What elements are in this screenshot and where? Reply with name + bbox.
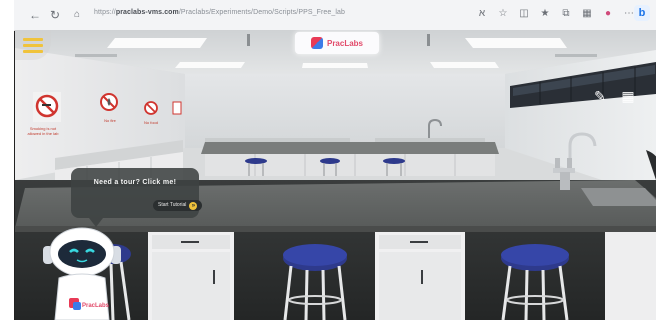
sign-label-no-smoking: Smoking is not allowed in the lab [27, 126, 59, 136]
url-prefix: https:// [94, 9, 116, 16]
favorite-star-icon[interactable]: ☆ [497, 7, 509, 21]
sign-label-no-fire: No fire [104, 118, 116, 123]
url-path: /Praclabs/Experiments/Demo/Scripts/PPS_F… [178, 9, 346, 16]
robot-brand-label: PracLabs [82, 303, 110, 309]
inventory-grid-icon[interactable]: ▦ [620, 88, 636, 104]
read-aloud-icon[interactable]: א [476, 7, 488, 21]
profile-icon[interactable]: ● [602, 7, 614, 21]
favorites-icon[interactable]: ★ [539, 7, 551, 21]
praclabs-cube-icon [310, 37, 323, 49]
start-tutorial-label: Start Tutorial [158, 202, 187, 208]
split-screen-icon[interactable]: ◫ [518, 7, 530, 21]
extensions-icon[interactable]: ▦ [581, 7, 593, 21]
tour-prompt-text: Need a tour? Click me! [93, 179, 177, 186]
lab-3d-viewport[interactable]: Smoking is not allowed in the lab No fir… [15, 30, 656, 320]
collections-icon[interactable]: ⧉ [560, 7, 572, 21]
tour-prompt-bubble[interactable]: Need a tour? Click me! Start Tutorial » [71, 168, 203, 218]
home-icon[interactable]: ⌂ [70, 8, 84, 22]
praclabs-logo-text: PracLabs [326, 38, 364, 48]
bing-copilot-icon[interactable]: b [634, 5, 650, 21]
back-arrow-icon[interactable]: ← [28, 8, 42, 22]
refresh-icon[interactable]: ↻ [48, 8, 62, 22]
edit-notes-icon[interactable]: ✎ [592, 88, 608, 104]
left-edge-border [0, 0, 15, 320]
start-tutorial-button[interactable]: Start Tutorial » [153, 200, 203, 211]
url-host: praclabs-vms.com [115, 9, 179, 16]
toolbar-icons: א ☆ ◫ ★ ⧉ ▦ ● ⋯ [476, 7, 635, 21]
address-bar[interactable]: https://praclabs-vms.com/Praclabs/Experi… [94, 9, 345, 16]
sign-label-no-food: No food [143, 120, 158, 125]
browser-toolbar: ← ↻ ⌂ https://praclabs-vms.com/Praclabs/… [14, 0, 656, 31]
screen: ← ↻ ⌂ https://praclabs-vms.com/Praclabs/… [0, 0, 656, 320]
praclabs-logo: PracLabs [295, 32, 379, 54]
robot-assistant-avatar[interactable]: PracLabs [39, 224, 125, 320]
menu-hamburger-icon[interactable] [23, 35, 43, 55]
chevron-right-icon: » [189, 201, 198, 210]
no-smoking-sign-icon [27, 92, 51, 118]
